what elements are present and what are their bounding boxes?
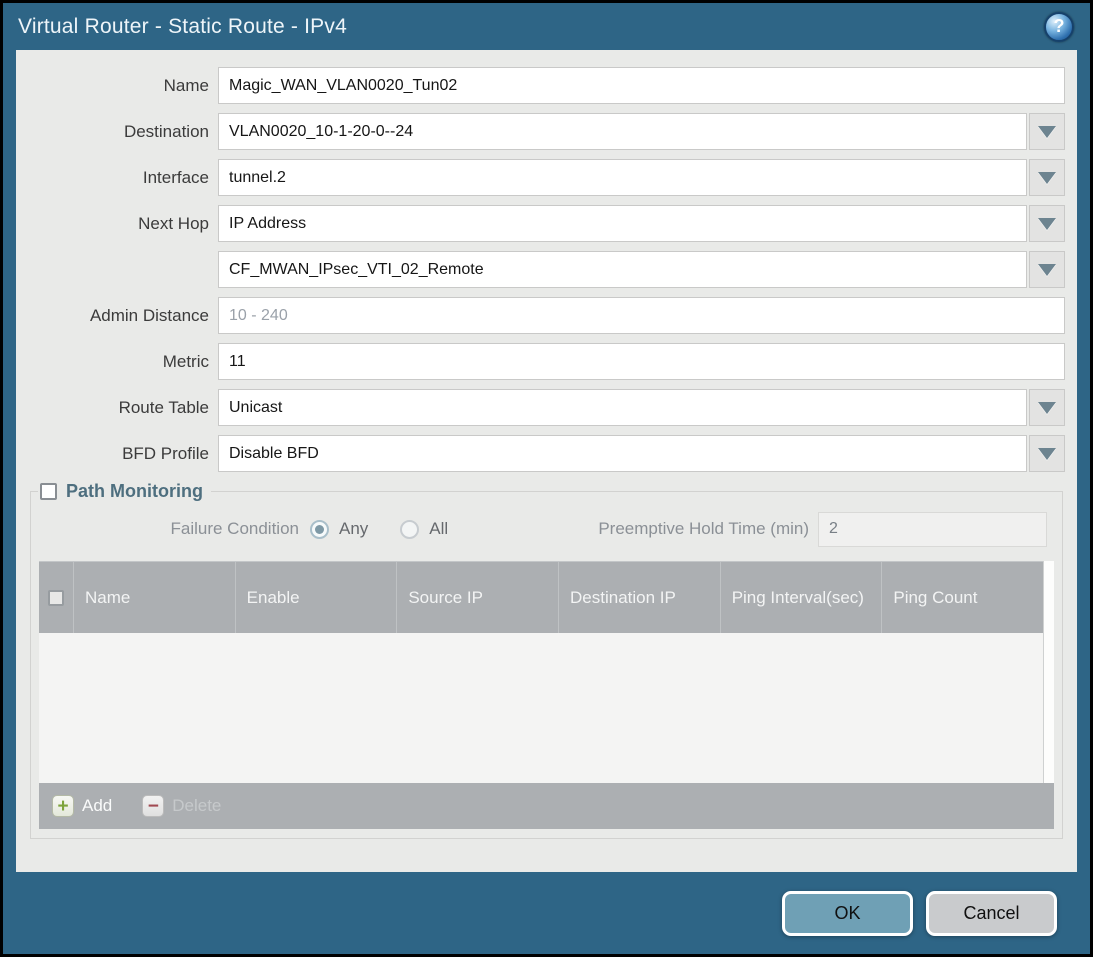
column-header-source-ip: Source IP (397, 562, 559, 633)
dialog-title: Virtual Router - Static Route - IPv4 (18, 15, 347, 39)
help-icon[interactable]: ? (1044, 12, 1074, 42)
table-body-empty (39, 633, 1043, 783)
interface-input[interactable] (218, 159, 1027, 196)
chevron-down-icon (1038, 126, 1056, 138)
path-monitoring-checkbox[interactable] (40, 483, 57, 500)
bfd-profile-input[interactable] (218, 435, 1027, 472)
next-hop-address-dropdown-button[interactable] (1029, 251, 1065, 288)
column-header-ping-count: Ping Count (882, 562, 1043, 633)
form-row-bfd-profile: BFD Profile (28, 435, 1065, 472)
plus-icon: + (52, 795, 74, 817)
next-hop-type-input[interactable] (218, 205, 1027, 242)
chevron-down-icon (1038, 448, 1056, 460)
admin-distance-input[interactable] (218, 297, 1065, 334)
failure-condition-label: Failure Condition (38, 519, 310, 539)
interface-label: Interface (28, 168, 218, 188)
preemptive-hold-time-label: Preemptive Hold Time (min) (598, 519, 818, 539)
destination-label: Destination (28, 122, 218, 142)
dialog-footer: OK Cancel (3, 872, 1090, 954)
ok-button[interactable]: OK (782, 891, 913, 936)
bfd-profile-label: BFD Profile (28, 444, 218, 464)
preemptive-hold-time-input[interactable] (818, 512, 1047, 547)
table-toolbar: + Add − Delete (39, 783, 1054, 829)
failure-condition-row: Failure Condition Any All Preemptive Hol… (38, 510, 1055, 548)
form-row-interface: Interface (28, 159, 1065, 196)
chevron-down-icon (1038, 172, 1056, 184)
path-monitoring-group: Path Monitoring Failure Condition Any Al… (30, 481, 1063, 839)
chevron-down-icon (1038, 402, 1056, 414)
name-input[interactable] (218, 67, 1065, 104)
form-row-next-hop: Next Hop (28, 205, 1065, 242)
admin-distance-label: Admin Distance (28, 306, 218, 326)
route-table-input[interactable] (218, 389, 1027, 426)
delete-button[interactable]: − Delete (142, 795, 221, 817)
form-row-route-table: Route Table (28, 389, 1065, 426)
select-all-checkbox[interactable] (48, 590, 64, 606)
destination-input[interactable] (218, 113, 1027, 150)
bfd-profile-dropdown-button[interactable] (1029, 435, 1065, 472)
add-button[interactable]: + Add (52, 795, 112, 817)
column-header-name: Name (74, 562, 236, 633)
destination-dropdown-button[interactable] (1029, 113, 1065, 150)
name-label: Name (28, 76, 218, 96)
chevron-down-icon (1038, 264, 1056, 276)
delete-button-label: Delete (172, 796, 221, 816)
column-header-enable: Enable (236, 562, 398, 633)
cancel-button[interactable]: Cancel (926, 891, 1057, 936)
next-hop-label: Next Hop (28, 214, 218, 234)
add-button-label: Add (82, 796, 112, 816)
form-row-admin-distance: Admin Distance (28, 297, 1065, 334)
failure-condition-all-radio[interactable] (400, 520, 419, 539)
chevron-down-icon (1038, 218, 1056, 230)
next-hop-address-input[interactable] (218, 251, 1027, 288)
path-monitoring-table: Name Enable Source IP Destination IP Pin… (39, 561, 1054, 829)
next-hop-type-dropdown-button[interactable] (1029, 205, 1065, 242)
metric-label: Metric (28, 352, 218, 372)
form-row-metric: Metric (28, 343, 1065, 380)
dialog-titlebar: Virtual Router - Static Route - IPv4 ? (3, 3, 1090, 50)
table-header: Name Enable Source IP Destination IP Pin… (39, 561, 1043, 633)
form-row-destination: Destination (28, 113, 1065, 150)
metric-input[interactable] (218, 343, 1065, 380)
route-table-dropdown-button[interactable] (1029, 389, 1065, 426)
table-header-checkbox-cell (39, 562, 74, 633)
table-scrollbar[interactable] (1043, 561, 1054, 783)
route-table-label: Route Table (28, 398, 218, 418)
form-row-name: Name (28, 67, 1065, 104)
failure-condition-any-radio[interactable] (310, 520, 329, 539)
column-header-ping-interval: Ping Interval(sec) (721, 562, 883, 633)
form-row-next-hop-address (28, 251, 1065, 288)
interface-dropdown-button[interactable] (1029, 159, 1065, 196)
minus-icon: − (142, 795, 164, 817)
screenshot-frame: Virtual Router - Static Route - IPv4 ? N… (0, 0, 1093, 957)
path-monitoring-title: Path Monitoring (66, 481, 203, 502)
path-monitoring-legend: Path Monitoring (38, 481, 211, 502)
dialog-content: Name Destination Interface (16, 50, 1077, 872)
static-route-dialog: Virtual Router - Static Route - IPv4 ? N… (3, 3, 1090, 954)
column-header-destination-ip: Destination IP (559, 562, 721, 633)
failure-condition-all-label: All (429, 519, 448, 539)
failure-condition-any-label: Any (339, 519, 368, 539)
